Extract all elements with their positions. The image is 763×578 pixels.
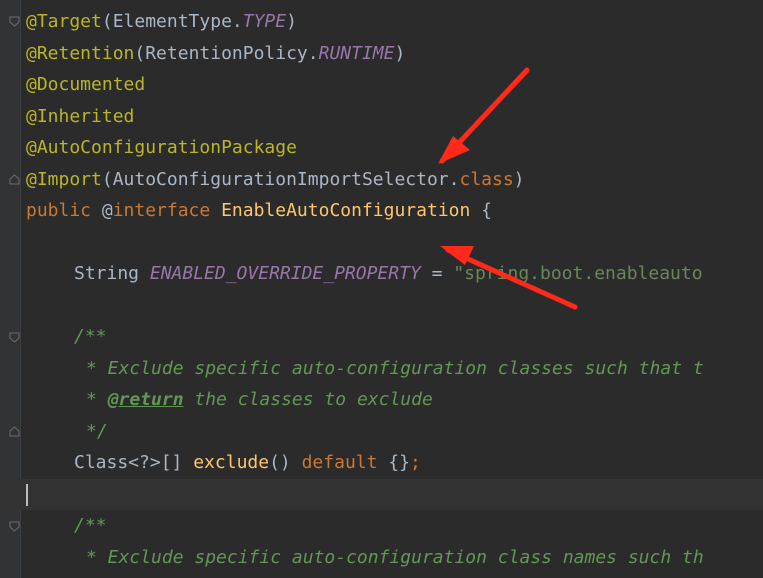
- paren-token: ): [286, 11, 297, 32]
- comment-token: /**: [74, 515, 107, 536]
- field-token: ENABLED_OVERRIDE_PROPERTY: [149, 263, 421, 284]
- code-line[interactable]: @Documented: [0, 69, 763, 101]
- annotation-token: @AutoConfigurationPackage: [26, 137, 297, 158]
- constant-token: RUNTIME: [318, 42, 395, 64]
- code-line[interactable]: * Exclude specific auto-configuration cl…: [0, 353, 763, 385]
- text-caret: [26, 484, 28, 506]
- brace-token: {: [470, 200, 493, 221]
- type-token: RetentionPolicy.: [145, 42, 319, 64]
- comment-token: the classes to exclude: [183, 389, 433, 410]
- code-line[interactable]: @Target(ElementType.TYPE): [0, 6, 763, 38]
- code-editor[interactable]: @Target(ElementType.TYPE) @Retention(Ret…: [0, 0, 763, 578]
- comment-token: *: [86, 389, 108, 410]
- paren-token: (: [101, 11, 113, 32]
- interface-name-token: EnableAutoConfiguration: [221, 200, 471, 221]
- paren-token: (: [134, 42, 146, 64]
- paren-token: (: [101, 168, 113, 190]
- code-line[interactable]: * @return the classes to exclude: [0, 384, 763, 416]
- method-token: exclude: [193, 452, 270, 473]
- type-token: String: [74, 263, 150, 284]
- paren-token: (): [269, 452, 302, 473]
- paren-token: ): [394, 42, 406, 64]
- code-line[interactable]: @Retention(RetentionPolicy.RUNTIME): [0, 38, 763, 70]
- paren-token: ): [513, 168, 525, 190]
- constant-token: TYPE: [242, 11, 287, 32]
- comment-token: * Exclude specific auto-configuration cl…: [86, 357, 704, 379]
- type-token: Class<?>[]: [74, 452, 194, 473]
- annotation-token: @Retention: [26, 42, 135, 64]
- annotation-token: @Inherited: [26, 105, 135, 127]
- code-line[interactable]: @AutoConfigurationPackage: [0, 132, 763, 164]
- code-line[interactable]: public @interface EnableAutoConfiguratio…: [0, 195, 763, 227]
- javadoc-tag-token: @return: [107, 389, 184, 410]
- comment-token: /**: [74, 326, 107, 347]
- semicolon-token: ;: [409, 452, 421, 473]
- keyword-token: default: [301, 452, 378, 473]
- code-line[interactable]: @Import(AutoConfigurationImportSelector.…: [0, 164, 763, 196]
- code-line[interactable]: Class<?>[] exclude() default {};: [0, 447, 763, 479]
- comment-token: */: [86, 420, 108, 442]
- code-line[interactable]: String ENABLED_OVERRIDE_PROPERTY = "spri…: [0, 258, 763, 290]
- keyword-token: interface: [112, 200, 222, 221]
- operator-token: =: [420, 263, 454, 284]
- at-token: @: [101, 200, 113, 221]
- brace-token: {}: [377, 452, 410, 473]
- annotation-token: @Target: [26, 11, 102, 32]
- current-line[interactable]: [0, 478, 763, 510]
- keyword-token: class: [459, 168, 514, 190]
- keyword-token: public: [26, 200, 102, 221]
- code-line[interactable]: */: [0, 416, 763, 448]
- type-token: ElementType.: [112, 11, 243, 32]
- code-line[interactable]: * Exclude specific auto-configuration cl…: [0, 542, 763, 574]
- code-line[interactable]: /**: [0, 321, 763, 353]
- annotation-token: @Import: [26, 168, 102, 190]
- code-line[interactable]: /**: [0, 510, 763, 542]
- string-token: "spring.boot.enableauto: [453, 263, 703, 284]
- code-line[interactable]: @Inherited: [0, 101, 763, 133]
- type-token: AutoConfigurationImportSelector.: [112, 168, 460, 190]
- comment-token: * Exclude specific auto-configuration cl…: [86, 546, 704, 568]
- annotation-token: @Documented: [26, 74, 146, 95]
